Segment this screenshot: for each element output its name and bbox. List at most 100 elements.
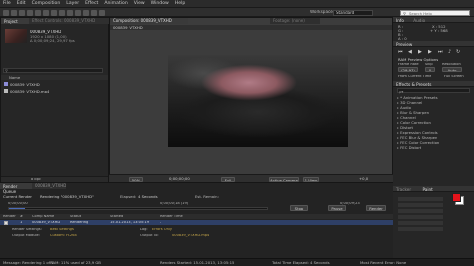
column-render-time[interactable]: Render Time xyxy=(160,215,183,219)
list-item[interactable] xyxy=(398,221,443,225)
stop-button[interactable]: Stop xyxy=(290,205,308,211)
comp-label[interactable]: 000839_VTXHD xyxy=(113,26,143,30)
play-icon[interactable]: ▶ xyxy=(418,49,422,55)
render-checkbox[interactable] xyxy=(4,220,8,225)
list-item[interactable]: Audio xyxy=(397,106,411,110)
list-item[interactable]: 000839_VTXHD xyxy=(1,82,108,87)
column-render[interactable]: Render xyxy=(3,215,16,219)
camera-tool-icon[interactable] xyxy=(35,9,41,16)
output-module-value[interactable]: Custom: H.264 xyxy=(50,234,77,238)
list-item[interactable] xyxy=(398,203,443,207)
text-tool-icon[interactable] xyxy=(67,9,73,16)
list-item[interactable]: FEC Blur & Sharpen xyxy=(397,136,437,140)
prev-frame-icon[interactable]: ◀ xyxy=(408,49,412,55)
camera-dropdown[interactable]: Active Camera xyxy=(269,176,299,182)
rotate-tool-icon[interactable] xyxy=(27,9,33,16)
menu-help[interactable]: Help xyxy=(175,1,185,6)
from-current-time-checkbox[interactable]: From Current Time xyxy=(398,75,431,79)
tab-render-queue[interactable]: Render Queue xyxy=(0,183,32,194)
list-item[interactable] xyxy=(398,215,443,219)
menu-effect[interactable]: Effect xyxy=(85,1,98,6)
composition-canvas[interactable] xyxy=(168,55,348,147)
status-bar: Message: Rendering 1 of 1 RAM: 11% used … xyxy=(0,258,474,266)
pen-tool-icon[interactable] xyxy=(59,9,65,16)
tab-paint[interactable]: Paint xyxy=(422,187,432,192)
column-status[interactable]: Status xyxy=(70,215,81,219)
skip-input[interactable]: 0 xyxy=(425,67,435,72)
menu-file[interactable]: File xyxy=(3,1,11,6)
clone-tool-icon[interactable] xyxy=(83,9,89,16)
zoom-dropdown[interactable]: 50% xyxy=(129,176,143,182)
puppet-tool-icon[interactable] xyxy=(99,9,105,16)
last-frame-icon[interactable]: ⏭ xyxy=(438,49,443,55)
column-number[interactable]: # xyxy=(20,215,23,219)
video-frame xyxy=(168,55,348,147)
tab-footage[interactable]: Footage: (none) xyxy=(270,18,320,24)
menu-animation[interactable]: Animation xyxy=(104,1,127,6)
menu-bar: File Edit Composition Layer Effect Anima… xyxy=(0,0,474,8)
list-item[interactable] xyxy=(398,209,443,213)
audio-icon[interactable]: ♪ xyxy=(448,49,451,55)
loop-icon[interactable]: ↻ xyxy=(456,49,460,55)
ram-preview-options[interactable]: RAM Preview Options xyxy=(398,58,438,62)
menu-window[interactable]: Window xyxy=(151,1,169,6)
list-item[interactable]: FEC Color Correction xyxy=(397,141,439,145)
list-item[interactable] xyxy=(398,197,443,201)
full-screen-checkbox[interactable]: Full Screen xyxy=(444,75,464,79)
output-to-value[interactable]: 000839_VTXHD.mp4 xyxy=(172,234,209,238)
column-comp-name[interactable]: Comp Name xyxy=(32,215,54,219)
foreground-color-swatch[interactable] xyxy=(452,193,461,202)
elapsed-value: 4 Seconds xyxy=(138,195,158,199)
selection-tool-icon[interactable] xyxy=(3,9,9,16)
current-timecode[interactable]: 0;00;00;00 xyxy=(169,177,190,181)
list-item[interactable]: Color Correction xyxy=(397,121,431,125)
menu-edit[interactable]: Edit xyxy=(17,1,26,6)
tab-effects-presets[interactable]: Effects & Presets xyxy=(396,82,431,87)
effects-search-input[interactable]: ρ▾ xyxy=(397,88,470,94)
eraser-tool-icon[interactable] xyxy=(91,9,97,16)
tab-info[interactable]: Info xyxy=(396,18,404,23)
menu-layer[interactable]: Layer xyxy=(66,1,79,6)
tab-timeline[interactable]: 000839_VTXHD xyxy=(32,183,66,189)
list-item[interactable]: Channel xyxy=(397,116,416,120)
tab-composition[interactable]: Composition: 000839_VTXHD xyxy=(110,18,188,24)
pause-button[interactable]: Pause xyxy=(328,205,346,211)
resolution-dropdown-preview[interactable]: Auto xyxy=(442,67,462,72)
workspace-dropdown[interactable]: Standard xyxy=(333,9,373,16)
list-item[interactable]: 000839_VTXHD.mp4 xyxy=(1,89,108,94)
list-item[interactable]: FEC Distort xyxy=(397,146,421,150)
menu-view[interactable]: View xyxy=(134,1,145,6)
column-started[interactable]: Started xyxy=(110,215,123,219)
current-render-label: Current Render xyxy=(3,195,32,199)
first-frame-icon[interactable]: ⏮ xyxy=(398,49,403,55)
tab-project[interactable]: Project xyxy=(1,18,29,24)
tab-preview[interactable]: Preview xyxy=(396,42,412,47)
frame-rate-dropdown[interactable]: (29,97) xyxy=(398,67,418,72)
list-item[interactable]: Blur & Sharpen xyxy=(397,111,429,115)
next-frame-icon[interactable]: ▶ xyxy=(428,49,432,55)
column-name[interactable]: Name xyxy=(9,76,20,80)
list-item[interactable]: 3D Channel xyxy=(397,101,422,105)
tab-audio[interactable]: Audio xyxy=(413,18,425,23)
tab-tracker[interactable]: Tracker xyxy=(396,187,411,192)
list-item[interactable]: * Animation Presets xyxy=(397,96,438,100)
view-layout-dropdown[interactable]: 1 View xyxy=(303,176,319,182)
mask-tool-icon[interactable] xyxy=(51,9,57,16)
pan-behind-tool-icon[interactable] xyxy=(43,9,49,16)
search-help-field[interactable]: ⚲ Search Help xyxy=(400,9,470,16)
log-value[interactable]: Errors Only xyxy=(152,228,172,232)
tab-effect-controls[interactable]: Effect Controls: 000839_VTXHD xyxy=(29,18,109,24)
list-item[interactable]: Distort xyxy=(397,126,413,130)
render-button[interactable]: Render xyxy=(366,205,386,211)
list-item[interactable] xyxy=(398,227,443,231)
list-item[interactable]: Expression Controls xyxy=(397,131,438,135)
render-settings-value[interactable]: Best Settings xyxy=(50,228,74,232)
exposure-value[interactable]: +0,0 xyxy=(359,177,368,181)
table-row[interactable]: 1 000839_VTXHD Rendering 15.01.2013, 13:… xyxy=(0,220,393,225)
zoom-tool-icon[interactable] xyxy=(19,9,25,16)
hand-tool-icon[interactable] xyxy=(11,9,17,16)
brush-tool-icon[interactable] xyxy=(75,9,81,16)
project-search-input[interactable]: ⚲ xyxy=(3,68,103,73)
resolution-dropdown[interactable]: Full xyxy=(221,176,235,182)
menu-composition[interactable]: Composition xyxy=(32,1,61,6)
